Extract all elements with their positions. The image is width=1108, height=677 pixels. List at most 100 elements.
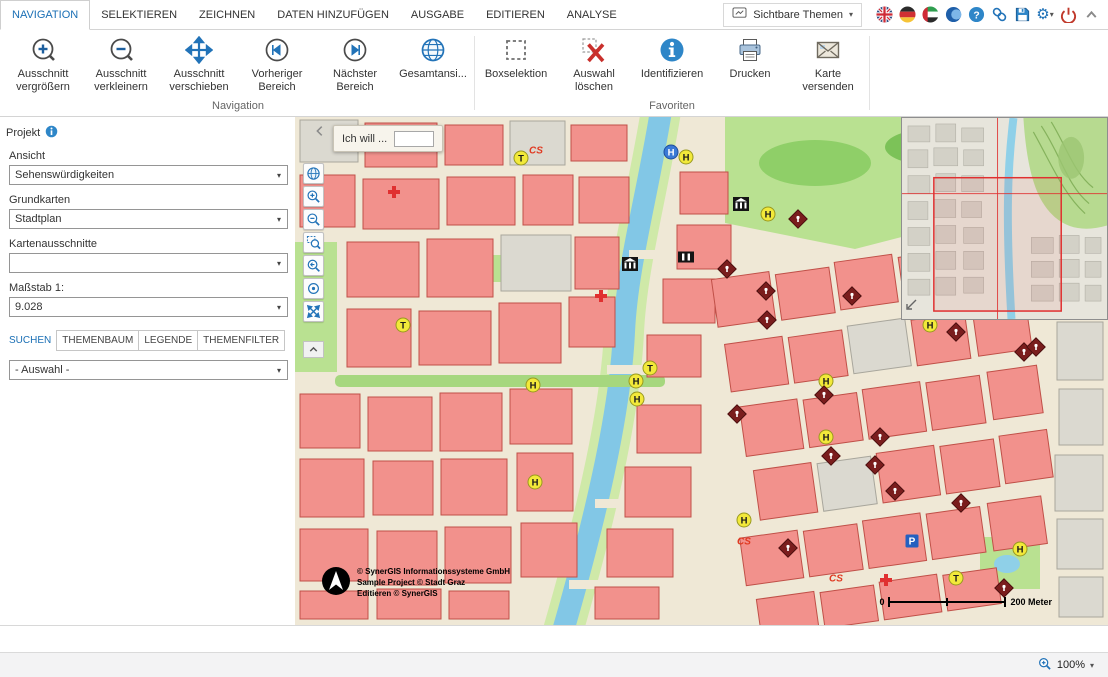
scale-start: 0 (879, 597, 884, 607)
svg-text:T: T (400, 320, 406, 331)
menubar: NAVIGATIONSELEKTIERENZEICHNENDATEN HINZU… (0, 0, 1108, 30)
ribbon-button-label: Drucken (730, 68, 771, 81)
sidebar-tabs: SUCHENTHEMENBAUMLEGENDETHEMENFILTER (3, 330, 295, 351)
menu-tab-analyse[interactable]: ANALYSE (556, 0, 628, 29)
map-copyright: © SynerGIS Informationssysteme GmbHSampl… (321, 566, 510, 601)
map-toolbar (303, 163, 324, 322)
search-selection-dropdown[interactable]: - Auswahl - ▾ (9, 360, 288, 380)
link-icon[interactable] (990, 6, 1008, 24)
i-will-label: Ich will ... (342, 133, 387, 145)
svg-text:CS: CS (737, 537, 751, 548)
grundkarten-select[interactable]: Stadtplan▾ (9, 209, 288, 229)
sidebar-tab-themenfilter[interactable]: THEMENFILTER (197, 330, 285, 351)
ribbon-separator (869, 36, 870, 110)
ribbon-button-boxselektion[interactable]: Boxselektion (477, 30, 555, 81)
ribbon-button-label: Boxselektion (485, 68, 547, 81)
send-map-icon (814, 35, 842, 65)
overview-map[interactable] (901, 117, 1108, 320)
ribbon-button-ausschnitt-vergr-ern[interactable]: Ausschnitt vergrößern (4, 30, 82, 94)
bottom-gap (0, 625, 1108, 652)
ribbon-button-label: Ausschnitt vergrößern (4, 68, 82, 94)
menu-tab-daten-hinzuf-gen[interactable]: DATEN HINZUFÜGEN (266, 0, 400, 29)
chevron-down-icon: ▾ (1090, 661, 1094, 670)
power-icon[interactable] (1059, 6, 1077, 24)
map-tool-zoom-extent[interactable] (303, 301, 324, 322)
svg-text:T: T (518, 153, 524, 164)
ribbon-button-label: Karte versenden (789, 68, 867, 94)
flag-de-icon[interactable] (898, 6, 916, 24)
map-tool-zoom-in[interactable] (303, 186, 324, 207)
ribbon-button-label: Gesamtansi... (399, 68, 467, 81)
clear-selection-icon (580, 35, 608, 65)
settings-gear-icon[interactable]: ⚙▾ (1036, 6, 1054, 24)
ribbon-button-label: Nächster Bereich (316, 68, 394, 94)
ribbon-button-karte-versenden[interactable]: Karte versenden (789, 30, 867, 94)
map-scroll-up-button[interactable] (303, 341, 324, 358)
menu-tab-ausgabe[interactable]: AUSGABE (400, 0, 475, 29)
map-tool-globe[interactable] (303, 163, 324, 184)
svg-text:P: P (909, 537, 916, 548)
overview-resize-icon[interactable] (905, 298, 918, 316)
kartenausschnitte-select[interactable]: ▾ (9, 253, 288, 273)
info-icon[interactable] (45, 125, 58, 141)
ribbon-group-label-favoriten: Favoriten (477, 99, 867, 116)
chevron-down-icon: ▾ (271, 366, 287, 375)
box-select-icon (502, 35, 530, 65)
ma-stab-1-select[interactable]: 9.028▾ (9, 297, 288, 317)
select-value: 9.028 (10, 301, 271, 313)
ribbon-button-ausschnitt-verschieben[interactable]: Ausschnitt verschieben (160, 30, 238, 94)
map-tool-zoom-back[interactable] (303, 255, 324, 276)
field-label-grundkarten: Grundkarten (9, 194, 295, 206)
sidebar-tab-themenbaum[interactable]: THEMENBAUM (56, 330, 139, 351)
sidebar-collapse-button[interactable] (312, 121, 327, 141)
next-extent-icon (341, 35, 369, 65)
ansicht-select[interactable]: Sehenswürdigkeiten▾ (9, 165, 288, 185)
help-icon[interactable]: ? (967, 6, 985, 24)
prev-extent-icon (263, 35, 291, 65)
ribbon-button-n-chster-bereich[interactable]: Nächster Bereich (316, 30, 394, 94)
i-will-search[interactable]: Ich will ... (333, 125, 443, 152)
overview-map-image (902, 118, 1107, 319)
scale-end: 200 Meter (1010, 597, 1052, 607)
svg-text:CS: CS (829, 574, 843, 585)
svg-text:T: T (953, 573, 959, 584)
svg-text:?: ? (973, 10, 979, 21)
svg-text:H: H (532, 477, 539, 488)
copyright-line: © SynerGIS Informationssysteme GmbH (357, 567, 510, 578)
map-tool-center-point[interactable] (303, 278, 324, 299)
copyright-line: Editieren © SynerGIS (357, 589, 510, 600)
sidebar-tab-legende[interactable]: LEGENDE (138, 330, 198, 351)
select-value: Sehenswürdigkeiten (10, 169, 271, 181)
ribbon-button-label: Ausschnitt verschieben (160, 68, 238, 94)
menubar-right: Sichtbare Themen ▾ ? (723, 0, 1108, 29)
crescent-logo-icon[interactable] (944, 6, 962, 24)
svg-text:H: H (530, 380, 537, 391)
ribbon-button-vorheriger-bereich[interactable]: Vorheriger Bereich (238, 30, 316, 94)
ribbon-button-identifizieren[interactable]: Identifizieren (633, 30, 711, 81)
ribbon-button-drucken[interactable]: Drucken (711, 30, 789, 81)
project-label: Projekt (6, 127, 40, 139)
map-tool-zoom-window[interactable] (303, 232, 324, 253)
sidebar-tab-suchen[interactable]: SUCHEN (3, 330, 57, 351)
ribbon-button-gesamtansi[interactable]: Gesamtansi... (394, 30, 472, 81)
i-will-input[interactable] (394, 131, 434, 147)
flag-ae-icon[interactable] (921, 6, 939, 24)
scale-bar-line (888, 597, 1006, 607)
zoom-control[interactable]: 100% ▾ (1038, 657, 1094, 674)
collapse-up-icon[interactable] (1082, 6, 1100, 24)
menu-tab-editieren[interactable]: EDITIEREN (475, 0, 556, 29)
ribbon-button-ausschnitt-verkleinern[interactable]: Ausschnitt verkleinern (82, 30, 160, 94)
save-icon[interactable] (1013, 6, 1031, 24)
svg-text:H: H (765, 209, 772, 220)
visible-themes-button[interactable]: Sichtbare Themen ▾ (723, 3, 862, 27)
map-tool-zoom-out[interactable] (303, 209, 324, 230)
flag-uk-icon[interactable] (875, 6, 893, 24)
map-canvas[interactable]: HHHHHHHHHHHHTTTTCSCSCSP Ich will ... © S… (295, 117, 1108, 625)
copyright-line: Sample Project © Stadt Graz (357, 578, 510, 589)
ribbon-button-auswahl-l-schen[interactable]: Auswahl löschen (555, 30, 633, 94)
svg-text:H: H (1017, 544, 1024, 555)
menu-tab-navigation[interactable]: NAVIGATION (0, 0, 90, 30)
menu-tab-selektieren[interactable]: SELEKTIEREN (90, 0, 188, 29)
menu-tab-zeichnen[interactable]: ZEICHNEN (188, 0, 266, 29)
ribbon-toolbar: Ausschnitt vergrößernAusschnitt verklein… (0, 30, 1108, 117)
